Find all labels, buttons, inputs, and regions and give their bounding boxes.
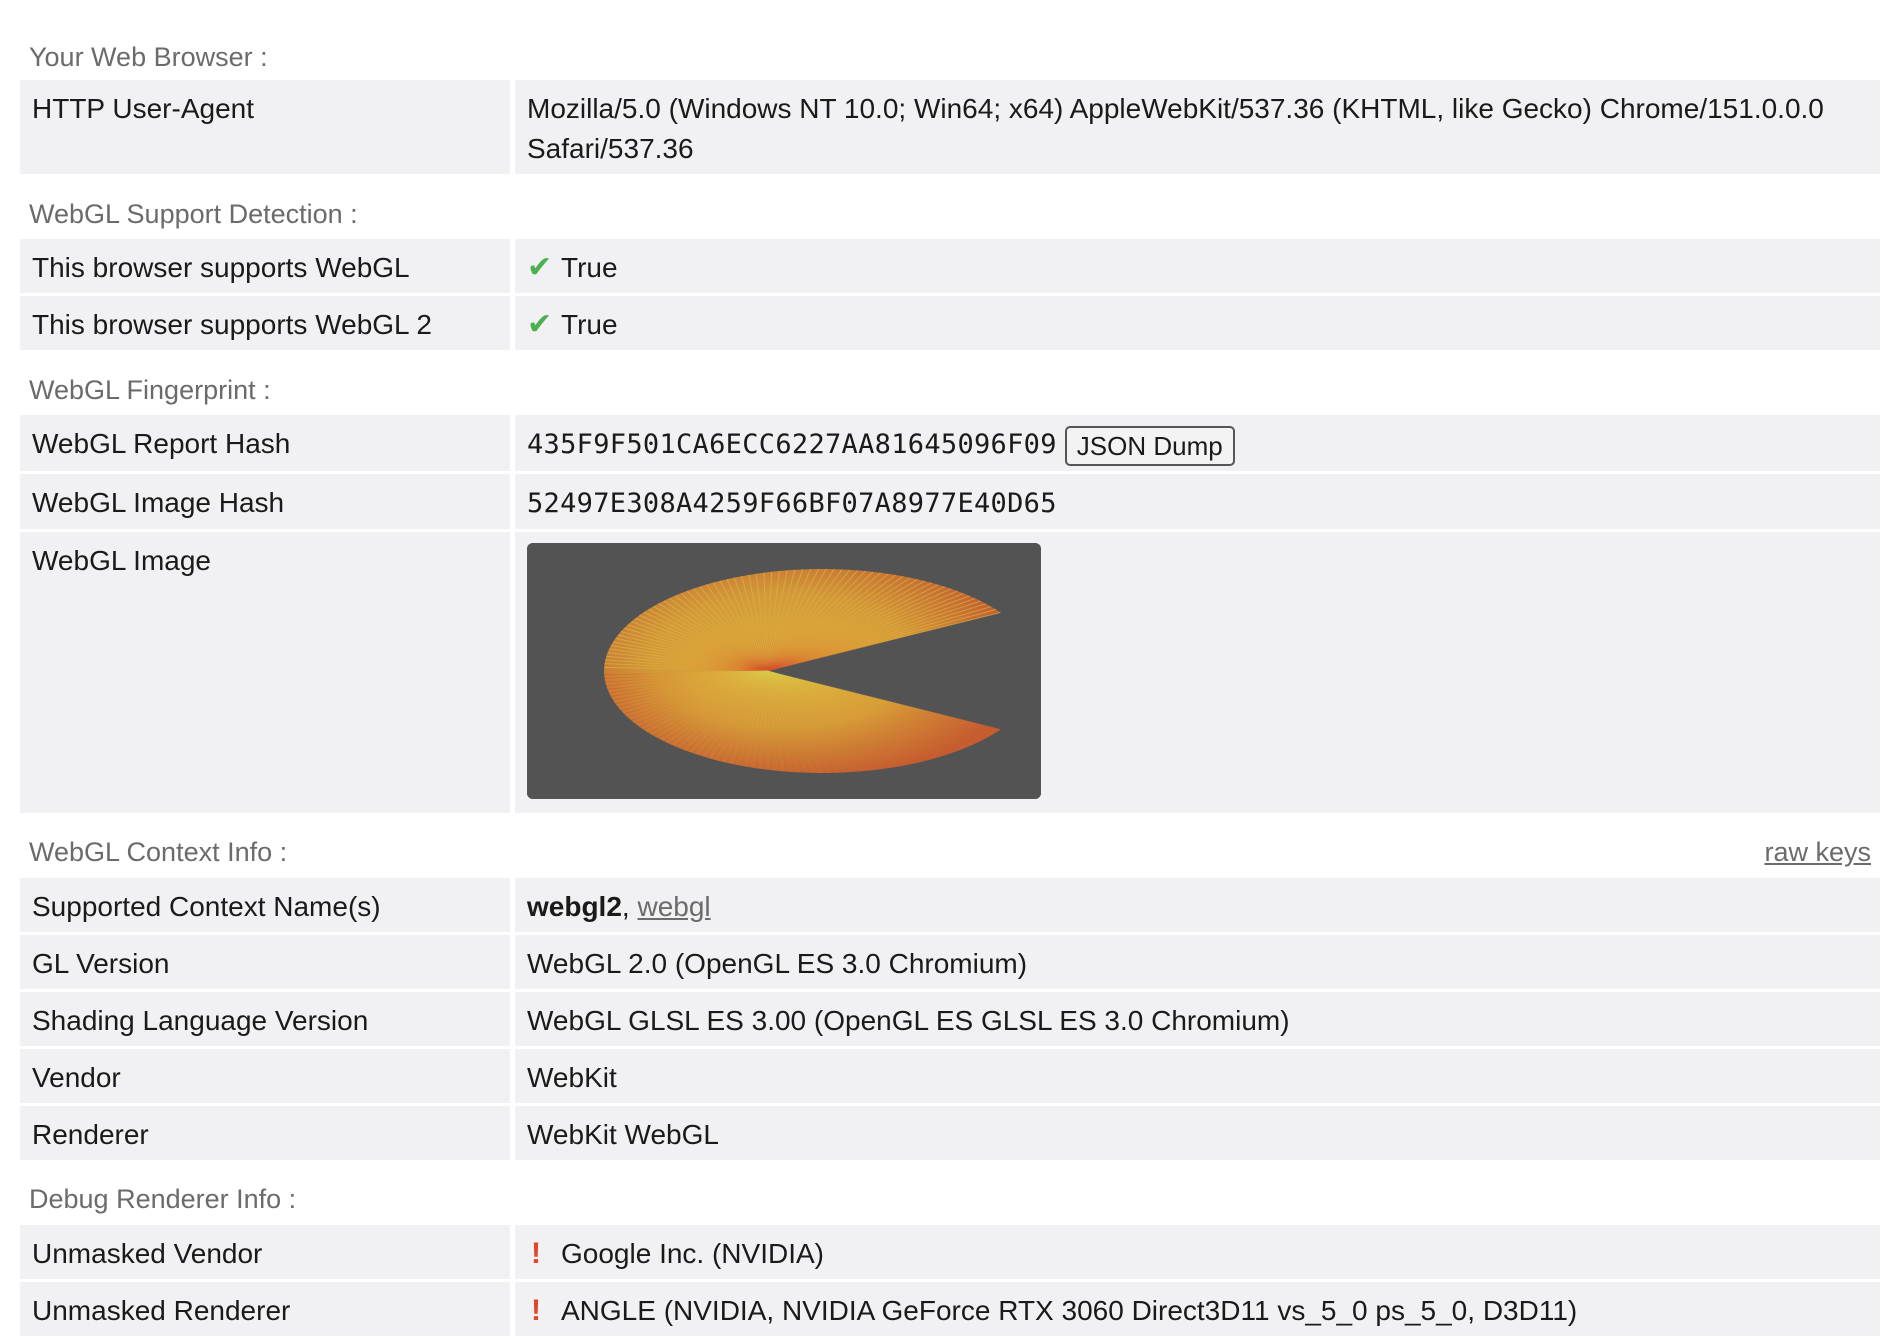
json-dump-button[interactable]: JSON Dump: [1064, 425, 1235, 466]
webgl-image-label: WebGL Image: [20, 531, 515, 813]
image-hash-value-cell: 52497E308A4259F66BF07A8977E40D65: [515, 473, 1880, 529]
section-title-fingerprint: WebGL Fingerprint :: [20, 353, 1880, 415]
context-names-label: Supported Context Name(s): [20, 877, 515, 932]
section-title-debug-text: Debug Renderer Info :: [29, 1184, 297, 1215]
fingerprint-table: WebGL Report Hash 435F9F501CA6ECC6227AA8…: [20, 412, 1880, 816]
context-name-webgl2: webgl2: [527, 890, 622, 922]
image-hash-label: WebGL Image Hash: [20, 473, 515, 529]
renderer-value: WebKit WebGL: [515, 1105, 1880, 1160]
gl-version-value: WebGL 2.0 (OpenGL ES 3.0 Chromium): [515, 934, 1880, 989]
ua-value: Mozilla/5.0 (Windows NT 10.0; Win64; x64…: [515, 80, 1880, 174]
table-row: Unmasked Renderer ! ANGLE (NVIDIA, NVIDIA…: [20, 1281, 1880, 1336]
section-title-browser-text: Your Web Browser :: [29, 41, 268, 72]
table-row: WebGL Image Hash 52497E308A4259F66BF07A8…: [20, 473, 1880, 529]
context-table: Supported Context Name(s) webgl2, webgl …: [20, 875, 1880, 1163]
table-row: Unmasked Vendor ! Google Inc. (NVIDIA): [20, 1224, 1880, 1279]
webgl-image: [527, 542, 1041, 799]
shading-value: WebGL GLSL ES 3.00 (OpenGL ES GLSL ES 3.…: [515, 991, 1880, 1046]
shading-label: Shading Language Version: [20, 991, 515, 1046]
unmasked-vendor-value: Google Inc. (NVIDIA): [561, 1237, 824, 1269]
image-hash-value: 52497E308A4259F66BF07A8977E40D65: [527, 487, 1057, 519]
section-title-debug: Debug Renderer Info :: [20, 1163, 1880, 1225]
debug-table: Unmasked Vendor ! Google Inc. (NVIDIA) Un…: [20, 1222, 1880, 1338]
section-title-fingerprint-text: WebGL Fingerprint :: [29, 374, 271, 405]
warning-icon: !: [531, 1293, 541, 1327]
report-hash-value: 435F9F501CA6ECC6227AA81645096F09: [527, 429, 1057, 460]
raw-keys-link[interactable]: raw keys: [1764, 837, 1871, 868]
report-hash-label: WebGL Report Hash: [20, 415, 515, 471]
section-title-support-text: WebGL Support Detection :: [29, 198, 358, 229]
unmasked-vendor-cell: ! Google Inc. (NVIDIA): [515, 1224, 1880, 1279]
context-names-cell: webgl2, webgl: [515, 877, 1880, 932]
vendor-label: Vendor: [20, 1048, 515, 1103]
section-title-browser: Your Web Browser :: [20, 20, 1880, 80]
warning-icon: !: [531, 1236, 541, 1270]
support-table: This browser supports WebGL ✔ True This b…: [20, 236, 1880, 353]
table-row: Vendor WebKit: [20, 1048, 1880, 1103]
unmasked-vendor-label: Unmasked Vendor: [20, 1224, 515, 1279]
table-row: HTTP User-Agent Mozilla/5.0 (Windows NT …: [20, 80, 1880, 174]
check-icon: ✔: [527, 308, 553, 341]
unmasked-renderer-cell: ! ANGLE (NVIDIA, NVIDIA GeForce RTX 3060 …: [515, 1281, 1880, 1336]
webgl-image-cell: [515, 531, 1880, 813]
check-icon: ✔: [527, 251, 553, 284]
table-row: This browser supports WebGL 2 ✔ True: [20, 296, 1880, 350]
table-row: Supported Context Name(s) webgl2, webgl: [20, 877, 1880, 932]
section-title-support: WebGL Support Detection :: [20, 177, 1880, 239]
unmasked-renderer-value: ANGLE (NVIDIA, NVIDIA GeForce RTX 3060 D…: [561, 1294, 1578, 1326]
unmasked-renderer-label: Unmasked Renderer: [20, 1281, 515, 1336]
support-webgl2-label: This browser supports WebGL 2: [20, 296, 515, 350]
support-webgl2-value: True: [561, 309, 618, 340]
context-name-webgl-link[interactable]: webgl: [637, 891, 710, 922]
support-webgl2-value-cell: ✔ True: [515, 296, 1880, 350]
vendor-value: WebKit: [515, 1048, 1880, 1103]
browser-table: HTTP User-Agent Mozilla/5.0 (Windows NT …: [20, 77, 1880, 177]
gl-version-label: GL Version: [20, 934, 515, 989]
support-webgl-value-cell: ✔ True: [515, 239, 1880, 293]
table-row: WebGL Report Hash 435F9F501CA6ECC6227AA8…: [20, 415, 1880, 471]
section-title-context: WebGL Context Info : raw keys: [20, 816, 1880, 878]
page: Your Web Browser : HTTP User-Agent Mozil…: [0, 0, 1900, 1338]
table-row: GL Version WebGL 2.0 (OpenGL ES 3.0 Chro…: [20, 934, 1880, 989]
table-row: Shading Language Version WebGL GLSL ES 3…: [20, 991, 1880, 1046]
context-name-separator: ,: [621, 890, 638, 922]
renderer-label: Renderer: [20, 1105, 515, 1160]
report-hash-value-cell: 435F9F501CA6ECC6227AA81645096F09 JSON Dum…: [515, 415, 1880, 471]
ua-label: HTTP User-Agent: [20, 80, 515, 174]
support-webgl-label: This browser supports WebGL: [20, 239, 515, 293]
table-row: This browser supports WebGL ✔ True: [20, 239, 1880, 293]
table-row: WebGL Image: [20, 531, 1880, 813]
section-title-context-text: WebGL Context Info :: [29, 837, 288, 868]
support-webgl-value: True: [561, 252, 618, 283]
table-row: Renderer WebKit WebGL: [20, 1105, 1880, 1160]
